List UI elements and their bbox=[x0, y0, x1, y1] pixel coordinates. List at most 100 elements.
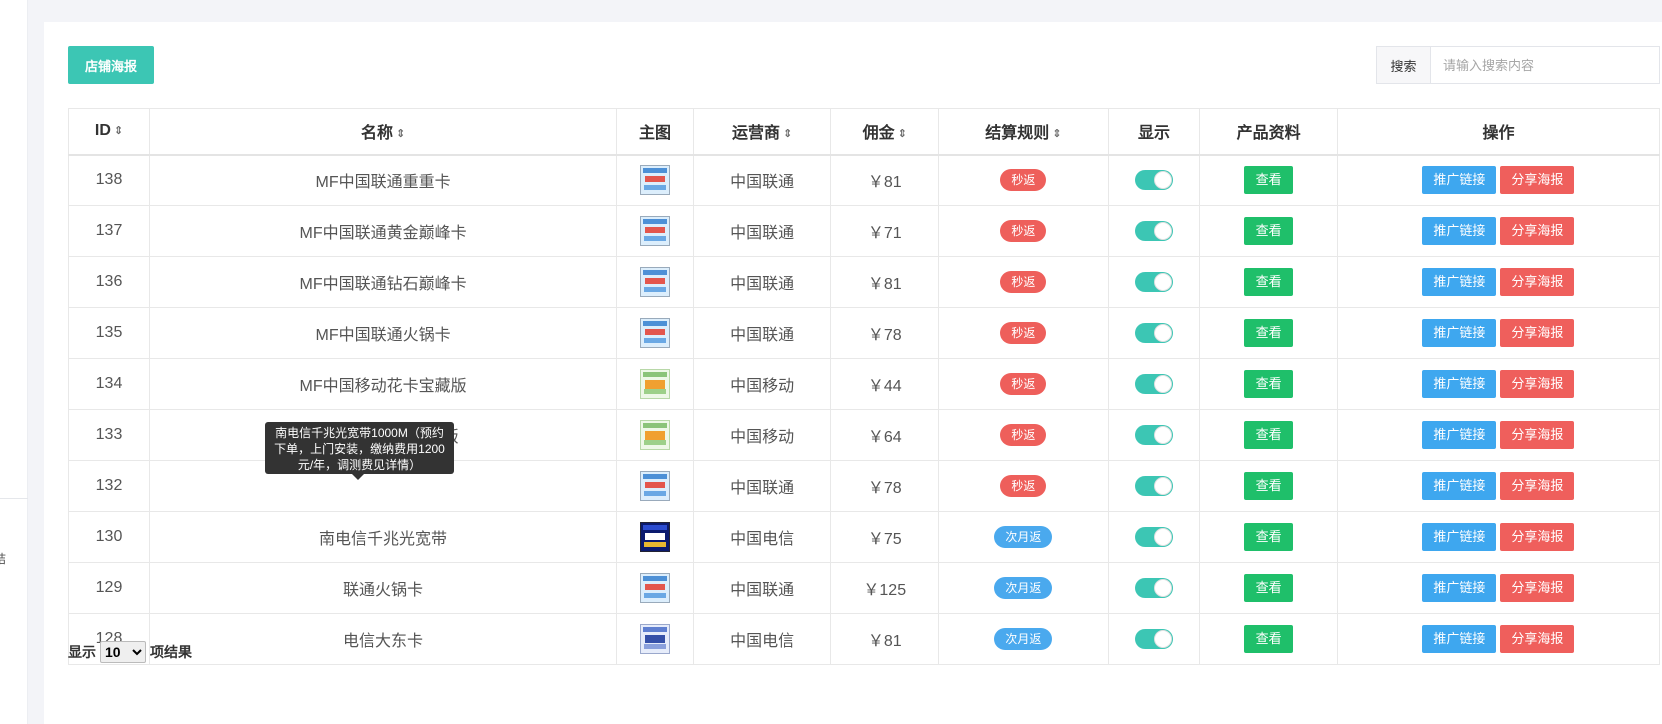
cell-product-info: 查看 bbox=[1199, 511, 1338, 563]
share-poster-button[interactable]: 分享海报 bbox=[1500, 421, 1575, 449]
sort-icon[interactable]: ⇕ bbox=[114, 124, 123, 137]
sort-icon[interactable]: ⇕ bbox=[783, 127, 792, 140]
view-button[interactable]: 查看 bbox=[1244, 574, 1294, 602]
cell-operator: 中国联通 bbox=[692, 256, 832, 308]
share-poster-button[interactable]: 分享海报 bbox=[1500, 523, 1575, 551]
view-button[interactable]: 查看 bbox=[1244, 472, 1294, 500]
product-table: ID ⇕ 名称 ⇕ 主图 运营商 ⇕ 佣金 ⇕ 结算规则 ⇕ 显示 产品资料 操作 138… bbox=[67, 108, 1661, 665]
share-poster-button[interactable]: 分享海报 bbox=[1500, 370, 1575, 398]
sort-icon[interactable]: ⇕ bbox=[1052, 127, 1061, 140]
cell-image bbox=[616, 256, 694, 308]
display-toggle[interactable] bbox=[1134, 374, 1173, 394]
cell-image bbox=[616, 409, 694, 461]
cell-product-info: 查看 bbox=[1199, 154, 1338, 206]
display-toggle[interactable] bbox=[1134, 527, 1173, 547]
promo-link-button[interactable]: 推广链接 bbox=[1422, 574, 1497, 602]
cell-display bbox=[1107, 358, 1201, 410]
col-header-commission[interactable]: 佣金 ⇕ bbox=[830, 108, 940, 156]
share-poster-button[interactable]: 分享海报 bbox=[1500, 625, 1575, 653]
product-thumbnail[interactable] bbox=[639, 573, 670, 603]
sort-icon[interactable]: ⇕ bbox=[898, 127, 907, 140]
table-row: 130 南电信千兆光宽带 中国电信 ￥75 次月返 查看 推广链接 分享海报 bbox=[67, 511, 1661, 563]
view-button[interactable]: 查看 bbox=[1244, 523, 1294, 551]
cell-image bbox=[616, 358, 694, 410]
cell-operator: 中国联通 bbox=[692, 307, 832, 359]
product-thumbnail[interactable] bbox=[639, 165, 670, 196]
display-toggle[interactable] bbox=[1134, 425, 1173, 445]
search-input[interactable] bbox=[1431, 47, 1659, 83]
view-button[interactable]: 查看 bbox=[1244, 421, 1294, 449]
cell-product-info: 查看 bbox=[1199, 256, 1338, 308]
cell-display bbox=[1107, 613, 1201, 665]
promo-link-button[interactable]: 推广链接 bbox=[1422, 472, 1497, 500]
view-button[interactable]: 查看 bbox=[1244, 268, 1294, 296]
shop-poster-button[interactable]: 店铺海报 bbox=[68, 46, 154, 84]
display-toggle[interactable] bbox=[1134, 272, 1173, 292]
view-button[interactable]: 查看 bbox=[1244, 166, 1294, 195]
promo-link-button[interactable]: 推广链接 bbox=[1422, 370, 1497, 398]
cell-image bbox=[616, 511, 694, 563]
product-thumbnail[interactable] bbox=[639, 522, 670, 552]
cell-product-info: 查看 bbox=[1199, 562, 1338, 614]
cell-settlement: 秒返 bbox=[938, 460, 1109, 512]
sort-icon[interactable]: ⇕ bbox=[396, 127, 405, 140]
cell-actions: 推广链接 分享海报 bbox=[1336, 307, 1661, 359]
share-poster-button[interactable]: 分享海报 bbox=[1500, 268, 1575, 296]
display-toggle[interactable] bbox=[1134, 476, 1173, 496]
promo-link-button[interactable]: 推广链接 bbox=[1422, 421, 1497, 449]
promo-link-button[interactable]: 推广链接 bbox=[1422, 166, 1497, 195]
cell-commission: ￥81 bbox=[830, 613, 940, 665]
display-toggle[interactable] bbox=[1134, 323, 1173, 343]
share-poster-button[interactable]: 分享海报 bbox=[1500, 217, 1575, 245]
col-header-operator[interactable]: 运营商 ⇕ bbox=[692, 108, 832, 156]
display-toggle[interactable] bbox=[1134, 170, 1173, 191]
display-toggle[interactable] bbox=[1134, 221, 1173, 241]
cell-display bbox=[1107, 409, 1201, 461]
cell-name: MF中国联通黄金巅峰卡 bbox=[149, 205, 618, 257]
product-thumbnail[interactable] bbox=[639, 420, 670, 450]
col-header-name[interactable]: 名称 ⇕ bbox=[149, 108, 618, 156]
cell-id: 133 bbox=[67, 409, 151, 461]
promo-link-button[interactable]: 推广链接 bbox=[1422, 268, 1497, 296]
settlement-badge: 次月返 bbox=[994, 526, 1053, 548]
col-header-settlement[interactable]: 结算规则 ⇕ bbox=[938, 108, 1109, 156]
share-poster-button[interactable]: 分享海报 bbox=[1500, 319, 1575, 347]
display-toggle[interactable] bbox=[1134, 578, 1173, 598]
share-poster-button[interactable]: 分享海报 bbox=[1500, 166, 1575, 195]
share-poster-button[interactable]: 分享海报 bbox=[1500, 472, 1575, 500]
cell-product-info: 查看 bbox=[1199, 205, 1338, 257]
cell-name: 南电信千兆光宽带 bbox=[149, 511, 618, 563]
settlement-badge: 次月返 bbox=[994, 577, 1053, 599]
product-thumbnail[interactable] bbox=[639, 318, 670, 348]
table-row: 134 MF中国移动花卡宝藏版 中国移动 ￥44 秒返 查看 推广链接 分享海报 bbox=[67, 358, 1661, 410]
page-size-prefix: 显示 bbox=[68, 644, 96, 660]
cell-commission: ￥75 bbox=[830, 511, 940, 563]
cell-commission: ￥71 bbox=[830, 205, 940, 257]
share-poster-button[interactable]: 分享海报 bbox=[1500, 574, 1575, 602]
product-thumbnail[interactable] bbox=[639, 471, 670, 501]
product-thumbnail[interactable] bbox=[639, 267, 670, 297]
view-button[interactable]: 查看 bbox=[1244, 217, 1294, 245]
promo-link-button[interactable]: 推广链接 bbox=[1422, 523, 1497, 551]
promo-link-button[interactable]: 推广链接 bbox=[1422, 217, 1497, 245]
product-thumbnail[interactable] bbox=[639, 624, 670, 654]
display-toggle[interactable] bbox=[1134, 629, 1173, 649]
cell-settlement: 秒返 bbox=[938, 307, 1109, 359]
cell-id: 135 bbox=[67, 307, 151, 359]
view-button[interactable]: 查看 bbox=[1244, 370, 1294, 398]
cell-name: MF中国移动花卡宝藏版 bbox=[149, 358, 618, 410]
table-row: 138 MF中国联通重重卡 中国联通 ￥81 秒返 查看 推广链接 分享海报 bbox=[67, 154, 1661, 206]
sidebar-partial-glyph: 诘 bbox=[0, 552, 7, 566]
col-header-id[interactable]: ID ⇕ bbox=[67, 108, 151, 156]
view-button[interactable]: 查看 bbox=[1244, 319, 1294, 347]
product-thumbnail[interactable] bbox=[639, 216, 670, 246]
cell-image bbox=[616, 307, 694, 359]
promo-link-button[interactable]: 推广链接 bbox=[1422, 625, 1497, 653]
promo-link-button[interactable]: 推广链接 bbox=[1422, 319, 1497, 347]
page-size-select[interactable]: 10 bbox=[100, 641, 146, 663]
view-button[interactable]: 查看 bbox=[1244, 625, 1294, 653]
cell-actions: 推广链接 分享海报 bbox=[1336, 205, 1661, 257]
cell-image bbox=[616, 460, 694, 512]
cell-operator: 中国联通 bbox=[692, 205, 832, 257]
product-thumbnail[interactable] bbox=[639, 369, 670, 399]
